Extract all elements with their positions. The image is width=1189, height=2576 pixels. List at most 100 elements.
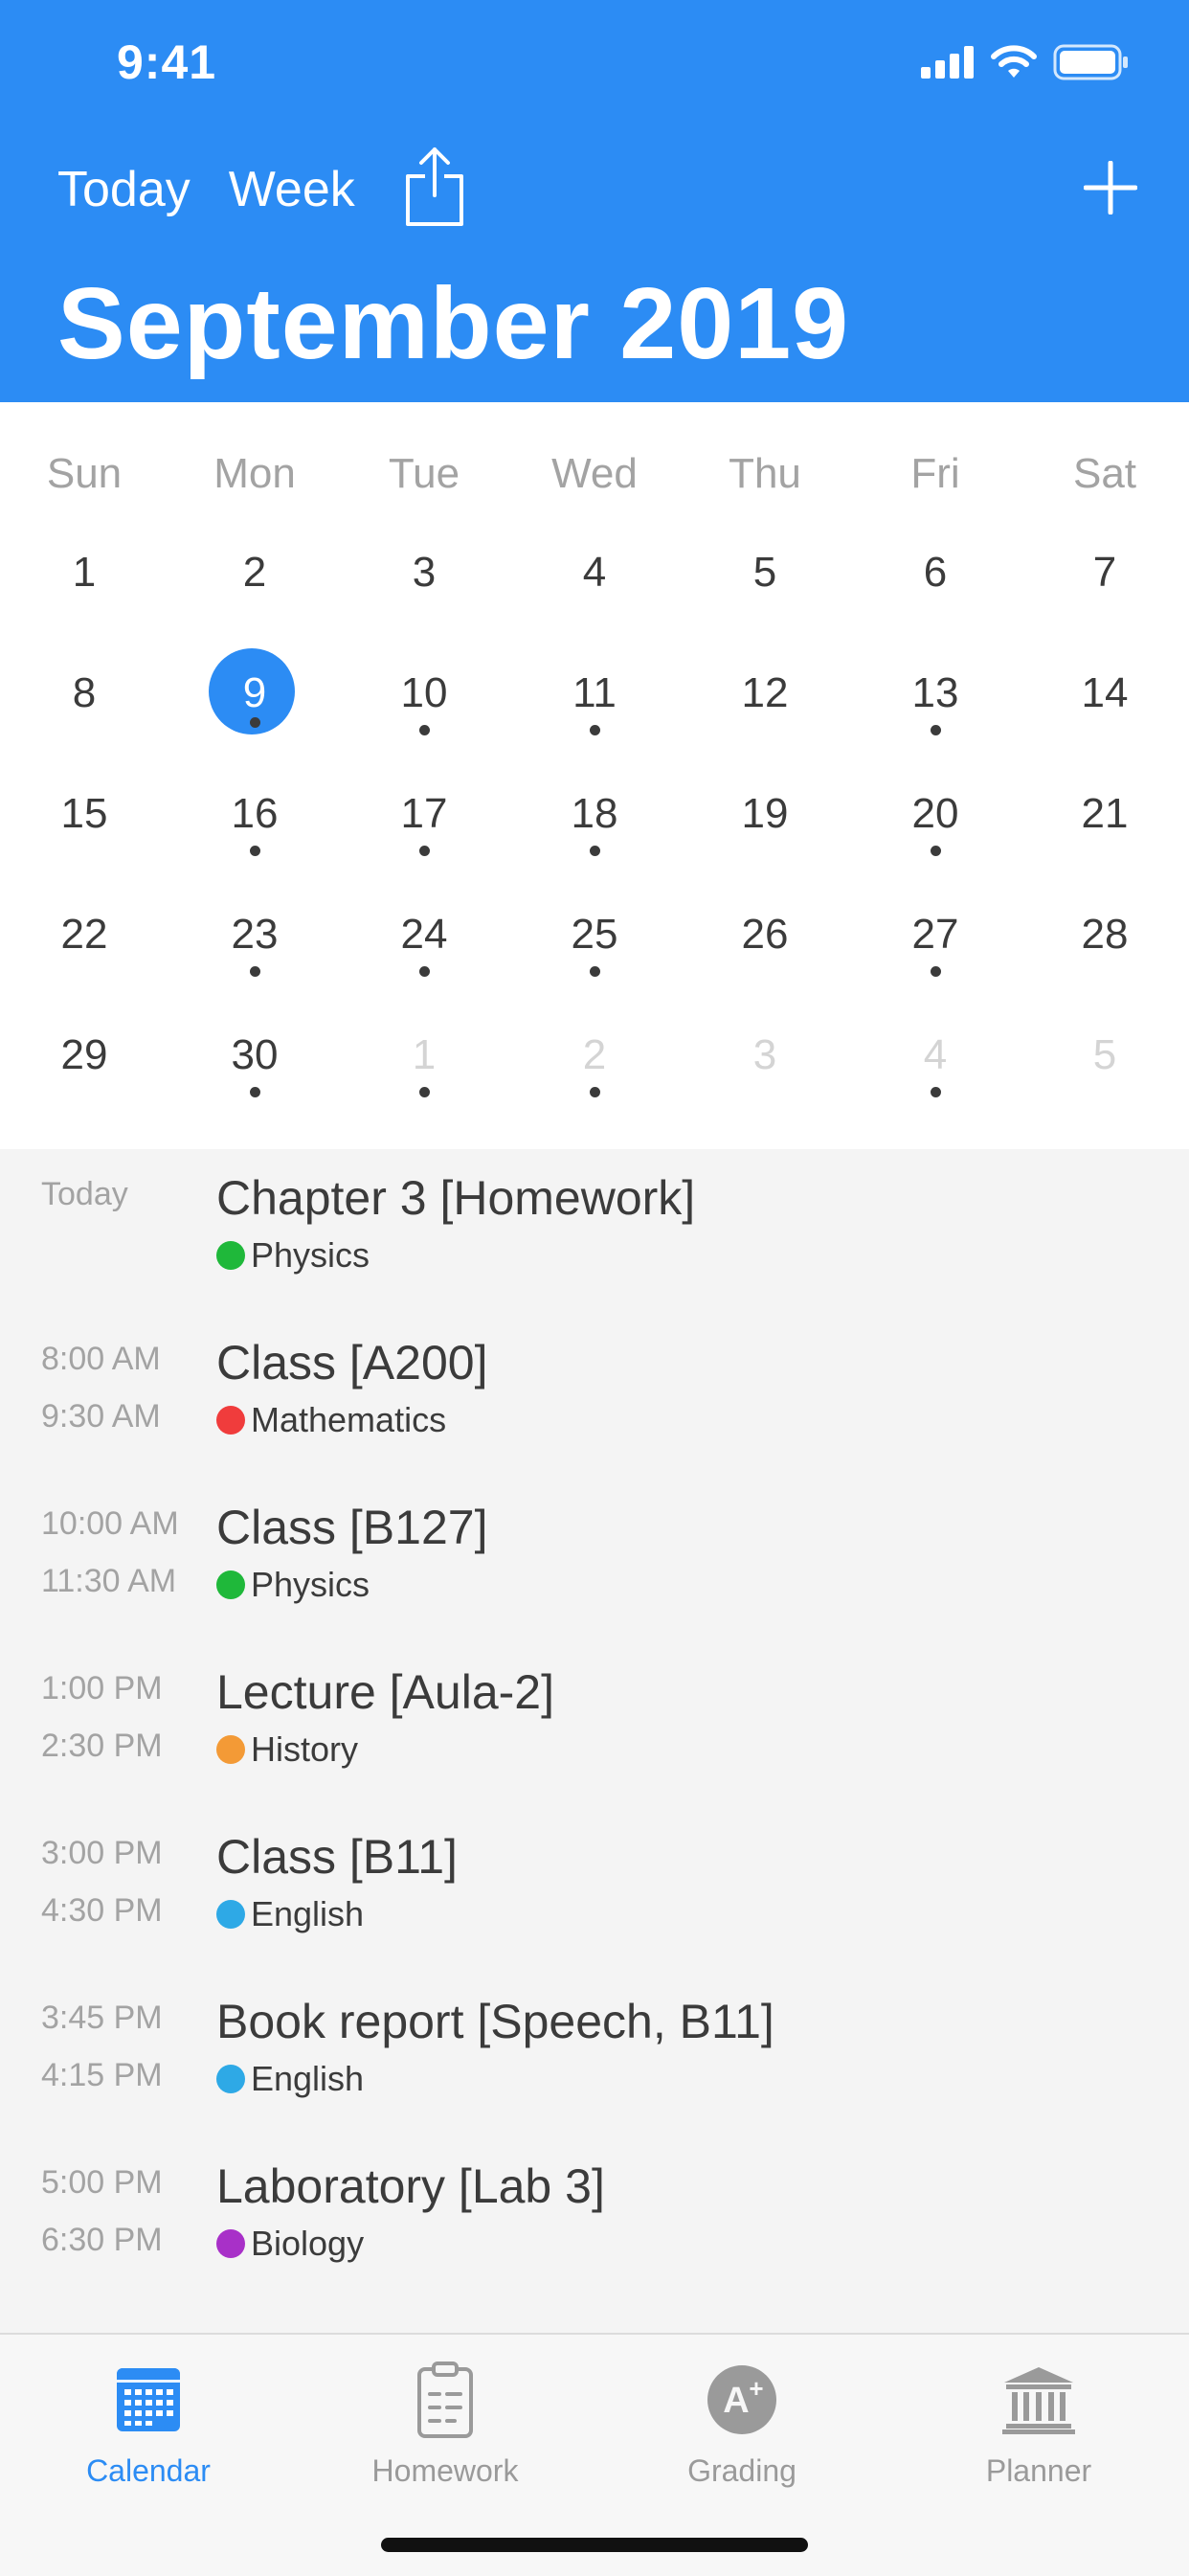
calendar-day[interactable]: 17: [376, 767, 472, 863]
subject-name: Physics: [251, 1235, 370, 1275]
day-number: 4: [582, 549, 607, 596]
day-number: 15: [60, 790, 108, 837]
calendar-day[interactable]: 8: [36, 646, 132, 742]
cellular-signal-icon: [921, 46, 974, 79]
subject-color-dot: [216, 2065, 245, 2093]
calendar-day[interactable]: 22: [36, 888, 132, 983]
day-number: 25: [571, 911, 618, 958]
calendar-day[interactable]: 23: [207, 888, 303, 983]
subject-color-dot: [216, 1900, 245, 1929]
calendar-day[interactable]: 25: [547, 888, 642, 983]
event-indicator-dot: [419, 725, 430, 735]
weekday-label: Thu: [729, 450, 801, 497]
day-number: 2: [582, 1031, 607, 1078]
event-subject: Physics: [216, 1565, 370, 1605]
event-indicator-dot: [419, 846, 430, 856]
calendar-day-selected[interactable]: 9: [207, 646, 303, 742]
calendar-day[interactable]: 14: [1057, 646, 1153, 742]
event-row[interactable]: 3:00 PM 4:30 PM Class [B11] English: [0, 1808, 1189, 1973]
event-row[interactable]: 5:00 PM 6:30 PM Laboratory [Lab 3] Biology: [0, 2137, 1189, 2302]
home-indicator: [381, 2538, 808, 2552]
event-indicator-dot: [590, 966, 600, 977]
status-icons: [921, 44, 1130, 80]
event-end-time: 2:30 PM: [41, 1728, 163, 1764]
event-start-time: Today: [41, 1176, 128, 1212]
calendar-day[interactable]: 3: [717, 1008, 813, 1104]
calendar-day[interactable]: 21: [1057, 767, 1153, 863]
subject-name: English: [251, 1894, 365, 1933]
today-button[interactable]: Today: [57, 161, 191, 218]
event-row[interactable]: 3:45 PM 4:15 PM Book report [Speech, B11] E…: [0, 1973, 1189, 2137]
day-number: 14: [1081, 669, 1129, 716]
event-subject: History: [216, 1729, 358, 1770]
tab-label: Grading: [687, 2453, 796, 2488]
calendar-day[interactable]: 24: [376, 888, 472, 983]
subject-name: English: [251, 2059, 365, 2098]
day-number: 3: [752, 1031, 777, 1078]
event-row[interactable]: Today Chapter 3 [Homework] Physics: [0, 1149, 1189, 1314]
weekday-label: Fri: [910, 450, 960, 497]
calendar-day[interactable]: 1: [376, 1008, 472, 1104]
add-icon[interactable]: [1084, 161, 1137, 215]
tab-grading[interactable]: A + Grading: [594, 2352, 890, 2489]
calendar-day[interactable]: 20: [887, 767, 983, 863]
calendar-day[interactable]: 30: [207, 1008, 303, 1104]
calendar-day[interactable]: 3: [376, 526, 472, 621]
header-toolbar: Today Week: [57, 161, 355, 218]
day-number: 5: [1092, 1031, 1117, 1078]
tab-planner[interactable]: Planner: [890, 2352, 1187, 2489]
event-end-time: 11:30 AM: [41, 1563, 177, 1599]
calendar-day[interactable]: 15: [36, 767, 132, 863]
calendar-day[interactable]: 2: [547, 1008, 642, 1104]
event-title: Class [B11]: [216, 1830, 458, 1884]
weekday-label: Mon: [213, 450, 296, 497]
calendar-day[interactable]: 18: [547, 767, 642, 863]
day-number: 29: [60, 1031, 108, 1078]
calendar-day[interactable]: 11: [547, 646, 642, 742]
calendar-day[interactable]: 13: [887, 646, 983, 742]
week-button[interactable]: Week: [229, 161, 355, 218]
calendar-day[interactable]: 19: [717, 767, 813, 863]
wifi-icon: [991, 45, 1037, 78]
event-indicator-dot: [931, 846, 941, 856]
calendar-day[interactable]: 10: [376, 646, 472, 742]
event-indicator-dot: [590, 725, 600, 735]
event-title: Book report [Speech, B11]: [216, 1995, 774, 2048]
tab-calendar[interactable]: Calendar: [0, 2352, 297, 2489]
calendar-day[interactable]: 4: [547, 526, 642, 621]
calendar-day[interactable]: 12: [717, 646, 813, 742]
share-icon[interactable]: [404, 146, 465, 228]
event-indicator-dot: [250, 846, 260, 856]
calendar-day[interactable]: 6: [887, 526, 983, 621]
status-time: 9:41: [117, 35, 217, 89]
day-number: 24: [400, 911, 448, 958]
day-number: 26: [741, 911, 789, 958]
calendar-day[interactable]: 26: [717, 888, 813, 983]
day-number: 11: [572, 669, 617, 716]
calendar-icon: [117, 2368, 180, 2431]
month-calendar: Sun Mon Tue Wed Thu Fri Sat 1 2 3 4 5 6 7 8 9 10 11 12 13 1…: [0, 402, 1189, 1149]
calendar-day[interactable]: 16: [207, 767, 303, 863]
subject-color-dot: [216, 1735, 245, 1764]
calendar-day[interactable]: 28: [1057, 888, 1153, 983]
event-row[interactable]: 10:00 AM 11:30 AM Class [B127] Physics: [0, 1479, 1189, 1643]
event-start-time: 3:45 PM: [41, 2000, 163, 2036]
tab-homework[interactable]: Homework: [297, 2352, 594, 2489]
calendar-day[interactable]: 29: [36, 1008, 132, 1104]
event-row[interactable]: 1:00 PM 2:30 PM Lecture [Aula-2] History: [0, 1643, 1189, 1808]
calendar-day[interactable]: 27: [887, 888, 983, 983]
calendar-day[interactable]: 7: [1057, 526, 1153, 621]
calendar-day[interactable]: 1: [36, 526, 132, 621]
event-row[interactable]: 8:00 AM 9:30 AM Class [A200] Mathematics: [0, 1314, 1189, 1479]
event-list: Today Chapter 3 [Homework] Physics 8:00 AM 9…: [0, 1149, 1189, 2333]
calendar-day[interactable]: 4: [887, 1008, 983, 1104]
event-start-time: 5:00 PM: [41, 2164, 163, 2201]
event-start-time: 1:00 PM: [41, 1670, 163, 1706]
calendar-day[interactable]: 2: [207, 526, 303, 621]
weekday-label: Wed: [551, 450, 638, 497]
svg-text:+: +: [749, 2374, 763, 2403]
day-number: 7: [1092, 549, 1117, 596]
calendar-day[interactable]: 5: [717, 526, 813, 621]
weekday-label: Sat: [1072, 450, 1137, 497]
calendar-day[interactable]: 5: [1057, 1008, 1153, 1104]
